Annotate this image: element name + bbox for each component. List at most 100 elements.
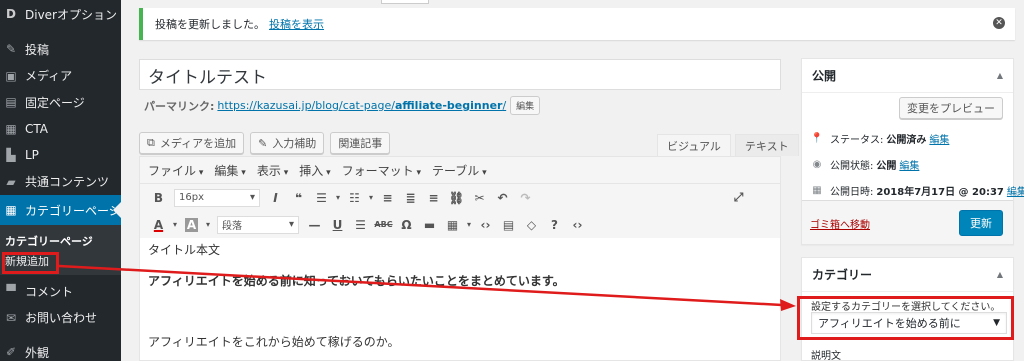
sidebar-item-lp[interactable]: ▙ LP	[0, 142, 121, 169]
status-label: ステータス:	[830, 135, 884, 146]
bullet-list-icon[interactable]: ☰	[310, 187, 333, 209]
description-label: 説明文	[811, 351, 841, 361]
collapse-icon[interactable]: ▲	[997, 71, 1003, 80]
chevron-down-icon[interactable]: ▾	[333, 187, 343, 209]
add-media-button[interactable]: ⧉ メディアを追加	[139, 132, 245, 154]
publish-actions: ゴミ箱へ移動 更新	[802, 200, 1013, 244]
update-button[interactable]: 更新	[959, 210, 1003, 236]
date-row: ▦ 公開日時: 2018年7月17日 @ 20:37 編集	[810, 183, 1024, 198]
sidebar-item-media[interactable]: ▣ メディア	[0, 63, 121, 90]
chevron-down-icon: ▾	[288, 219, 294, 230]
strikethrough-icon[interactable]: ABC	[372, 214, 395, 236]
publish-box-header[interactable]: 公開 ▲	[802, 59, 1013, 93]
align-right-icon[interactable]: ≡	[422, 187, 445, 209]
input-assist-button[interactable]: ✎ 入力補助	[250, 132, 325, 154]
visibility-edit-link[interactable]: 編集	[899, 157, 919, 172]
align-center-icon[interactable]: ≣	[399, 187, 422, 209]
editor-menubar: ファイル 編集 表示 挿入 フォーマット テーブル	[140, 157, 780, 184]
pencil-icon: ✎	[258, 136, 268, 150]
eraser-icon[interactable]: ◇	[520, 214, 543, 236]
post-title-input[interactable]: タイトルテスト	[139, 59, 781, 90]
chevron-down-icon[interactable]: ▾	[203, 214, 213, 236]
notice-text: 投稿を更新しました。	[155, 18, 265, 31]
link-icon[interactable]: ⛓	[445, 187, 468, 209]
input-assist-label: 入力補助	[272, 137, 317, 150]
date-label: 公開日時:	[830, 187, 874, 198]
sidebar-item-contact[interactable]: ✉ お問い合わせ	[0, 305, 121, 332]
move-to-trash-link[interactable]: ゴミ箱へ移動	[810, 216, 870, 231]
justify-icon[interactable]: ☰	[349, 214, 372, 236]
menu-view[interactable]: 表示	[257, 162, 288, 179]
sidebar-item-common-content[interactable]: ▰ 共通コンテンツ	[0, 169, 121, 196]
permalink-label: パーマリンク:	[144, 99, 215, 113]
sidebar-item-label: 固定ページ	[25, 95, 85, 110]
font-size-select[interactable]: 16px ▾	[174, 188, 260, 207]
dismiss-icon[interactable]: ✕	[993, 17, 1005, 29]
permalink-trailing: /	[502, 99, 507, 112]
fullscreen-icon[interactable]: ⤢	[727, 187, 750, 209]
numbered-list-icon[interactable]: ☷	[343, 187, 366, 209]
page-icon: ▤	[5, 95, 17, 110]
chevron-down-icon[interactable]: ▾	[366, 187, 376, 209]
menu-insert[interactable]: 挿入	[299, 162, 330, 179]
category-box-header[interactable]: カテゴリー ▲	[802, 258, 1013, 292]
menu-format[interactable]: フォーマット	[342, 162, 421, 179]
visibility-label: 公開状態:	[830, 161, 874, 172]
chevron-down-icon[interactable]: ▾	[464, 214, 474, 236]
sidebar-item-label: 共通コンテンツ	[25, 175, 110, 190]
bold-icon[interactable]: B	[147, 187, 170, 209]
menu-edit[interactable]: 編集	[214, 162, 245, 179]
undo-icon[interactable]: ↶	[491, 187, 514, 209]
menu-file[interactable]: ファイル	[148, 162, 203, 179]
status-value: 公開済み	[886, 135, 927, 146]
permalink-edit-button[interactable]: 編集	[510, 96, 541, 115]
permalink-link[interactable]: https://kazusai.jp/blog/cat-page/affilia…	[217, 99, 506, 112]
text-color-icon[interactable]: A	[147, 214, 170, 236]
highlight-box-add-new	[2, 252, 59, 274]
chevron-down-icon[interactable]: ▾	[170, 214, 180, 236]
related-posts-button[interactable]: 関連記事	[330, 132, 391, 154]
sidebar-item-diver-options[interactable]: D Diverオプション	[0, 0, 121, 28]
code-icon[interactable]: ‹›	[474, 214, 497, 236]
screen-options-tab[interactable]	[381, 0, 429, 4]
sidebar-item-comments[interactable]: ▀ コメント	[0, 278, 121, 305]
sidebar-item-label: CTA	[25, 121, 48, 136]
underline-icon[interactable]: U	[326, 214, 349, 236]
view-post-link[interactable]: 投稿を表示	[269, 16, 324, 32]
special-char-icon[interactable]: Ω	[395, 214, 418, 236]
status-row: 📍 ステータス: 公開済み 編集	[810, 131, 950, 146]
sidebar-item-pages[interactable]: ▤ 固定ページ	[0, 89, 121, 116]
read-more-icon[interactable]: ▬	[418, 214, 441, 236]
paste-text-icon[interactable]: ▤	[497, 214, 520, 236]
blockquote-icon[interactable]: ❝	[287, 187, 310, 209]
preview-changes-button[interactable]: 変更をプレビュー	[899, 97, 1003, 119]
editor-toolbar-1: B 16px ▾ I ❝ ☰ ▾ ☷ ▾ ≡ ≣ ≡ ⛓ ✂ ↶ ↷ ⤢	[140, 184, 780, 211]
content-line: タイトル本文	[148, 243, 221, 257]
format-select[interactable]: 段落 ▾	[217, 215, 299, 234]
background-color-icon[interactable]: A	[180, 214, 203, 236]
submenu-item-category-pages[interactable]: カテゴリーページ	[0, 231, 121, 251]
sidebar-item-cta[interactable]: ▦ CTA	[0, 116, 121, 143]
status-edit-link[interactable]: 編集	[929, 131, 949, 146]
unlink-icon[interactable]: ✂	[468, 187, 491, 209]
editor-content-area[interactable]: タイトル本文 アフィリエイトを始める前に知っておいてもらいたいことをまとめていま…	[140, 238, 780, 361]
visibility-row: ◉ 公開状態: 公開 編集	[810, 157, 920, 172]
collapse-icon[interactable]: ▲	[997, 270, 1003, 279]
sidebar-item-label: カテゴリーページ	[25, 203, 121, 218]
menu-table[interactable]: テーブル	[432, 162, 487, 179]
horizontal-rule-icon[interactable]: —	[303, 214, 326, 236]
align-left-icon[interactable]: ≡	[376, 187, 399, 209]
date-edit-link[interactable]: 編集	[1007, 183, 1024, 198]
tab-visual[interactable]: ビジュアル	[657, 134, 731, 156]
help-icon[interactable]: ?	[543, 214, 566, 236]
sidebar-item-category-pages[interactable]: ▦ カテゴリーページ	[0, 195, 121, 225]
table-icon[interactable]: ▦	[441, 214, 464, 236]
sidebar-item-posts[interactable]: ✎ 投稿	[0, 36, 121, 63]
tab-text[interactable]: テキスト	[734, 134, 799, 156]
sidebar-item-appearance[interactable]: ✐ 外観	[0, 339, 121, 361]
highlight-box-category-select	[797, 296, 1014, 340]
editor-tabs: ビジュアル テキスト	[657, 134, 799, 156]
redo-icon[interactable]: ↷	[514, 187, 537, 209]
source-code-icon[interactable]: ‹›	[566, 214, 589, 236]
italic-icon[interactable]: I	[264, 187, 287, 209]
